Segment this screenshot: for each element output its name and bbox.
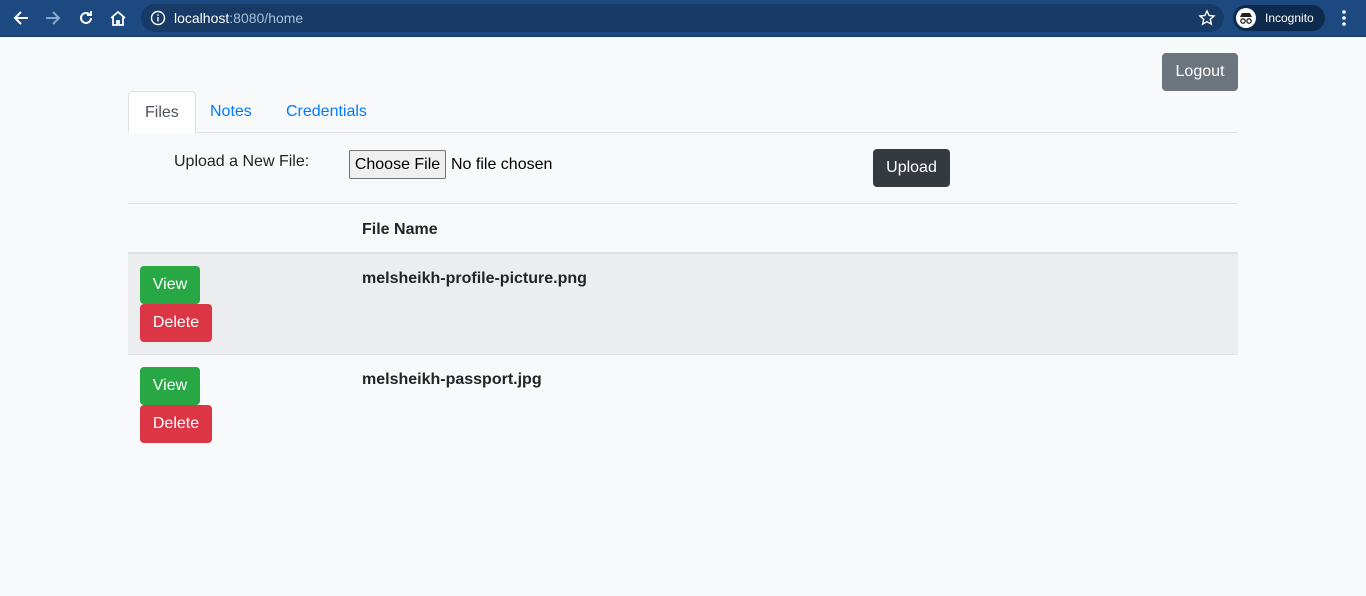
upload-button[interactable]: Upload <box>873 149 950 187</box>
table-row: View Delete melsheikh-profile-picture.pn… <box>128 254 1238 355</box>
url-path: :8080/home <box>229 10 304 26</box>
column-header-file-name: File Name <box>362 221 438 238</box>
files-table: File Name View Delete melsheikh-profile-… <box>128 203 1238 456</box>
star-icon[interactable] <box>1198 9 1216 27</box>
tab-notes[interactable]: Notes <box>194 91 268 133</box>
back-arrow-icon[interactable] <box>10 7 32 29</box>
url-host: localhost <box>174 10 230 26</box>
logout-button[interactable]: Logout <box>1162 53 1238 91</box>
view-button[interactable]: View <box>140 367 200 405</box>
upload-label: Upload a New File: <box>174 153 310 170</box>
file-name: melsheikh-profile-picture.png <box>362 270 587 287</box>
no-file-text: No file chosen <box>451 156 553 173</box>
menu-dots-icon[interactable] <box>1336 9 1352 29</box>
table-header: File Name <box>128 204 1238 254</box>
home-icon[interactable] <box>107 7 129 29</box>
file-name: melsheikh-passport.jpg <box>362 371 542 388</box>
tab-credentials[interactable]: Credentials <box>270 91 383 133</box>
tab-bar: Files Notes Credentials <box>128 91 1238 133</box>
choose-file-button[interactable]: Choose File <box>349 150 446 179</box>
table-row: View Delete melsheikh-passport.jpg <box>128 355 1238 456</box>
reload-icon[interactable] <box>75 7 97 29</box>
incognito-label: Incognito <box>1265 11 1314 25</box>
incognito-badge[interactable]: Incognito <box>1233 5 1325 31</box>
forward-arrow-icon[interactable] <box>42 7 64 29</box>
view-button[interactable]: View <box>140 266 200 304</box>
delete-button[interactable]: Delete <box>140 405 212 443</box>
address-bar[interactable]: localhost:8080/home <box>141 4 1224 32</box>
incognito-icon <box>1236 8 1256 28</box>
tab-files[interactable]: Files <box>128 91 196 133</box>
delete-button[interactable]: Delete <box>140 304 212 342</box>
browser-toolbar: localhost:8080/home Incognito <box>0 0 1366 37</box>
address-url: localhost:8080/home <box>174 10 303 26</box>
info-icon[interactable] <box>150 10 166 26</box>
